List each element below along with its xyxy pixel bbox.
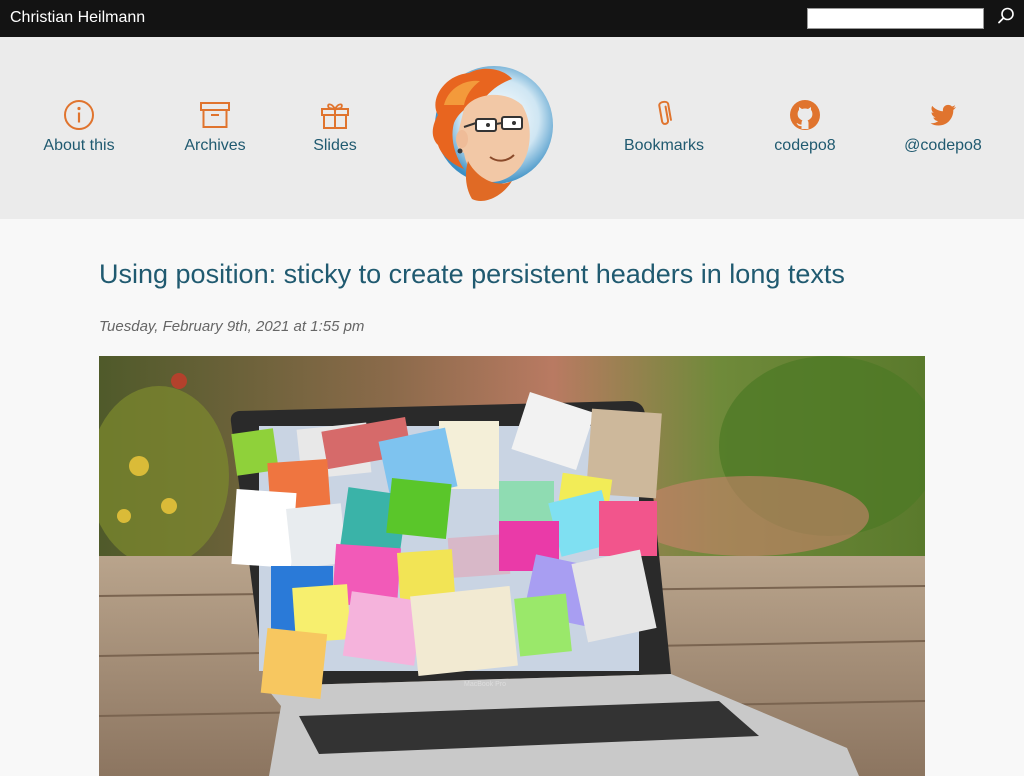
site-header: About this Archives Slides Bookmarks cod…: [0, 37, 1024, 219]
nav-github-label: codepo8: [774, 137, 836, 154]
home-avatar-link[interactable]: [424, 65, 556, 215]
nav-bookmarks[interactable]: Bookmarks: [622, 99, 706, 155]
gift-icon: [321, 103, 349, 129]
nav-github[interactable]: codepo8: [772, 99, 838, 155]
site-title-link[interactable]: Christian Heilmann: [10, 9, 145, 27]
avatar-illustration: [432, 66, 553, 201]
twitter-icon: [930, 104, 956, 126]
archive-box-icon: [200, 102, 230, 128]
nav-twitter-label: @codepo8: [904, 137, 982, 154]
post-date: Tuesday, February 9th, 2021 at 1:55 pm: [99, 318, 365, 335]
github-icon: [790, 100, 820, 130]
nav-about[interactable]: About this: [41, 99, 117, 155]
search-icon: [998, 7, 1014, 23]
nav-archives[interactable]: Archives: [184, 99, 246, 155]
laptop-brand-text: MacBook Pro: [464, 681, 506, 688]
nav-twitter[interactable]: @codepo8: [903, 99, 983, 155]
paperclip-icon: [658, 100, 672, 125]
hero-image: MacBook Pro: [99, 356, 925, 776]
main-content: Using position: sticky to create persist…: [0, 219, 1024, 776]
info-icon: [64, 100, 94, 130]
top-bar: Christian Heilmann: [0, 0, 1024, 37]
nav-archives-label: Archives: [184, 137, 246, 154]
nav-bookmarks-label: Bookmarks: [623, 137, 705, 154]
search-button[interactable]: [995, 6, 1017, 28]
laptop-sticky-notes-photo: MacBook Pro: [99, 356, 925, 776]
nav-slides[interactable]: Slides: [313, 99, 357, 155]
search-input[interactable]: [807, 8, 984, 29]
nav-slides-label: Slides: [313, 137, 357, 154]
nav-about-label: About this: [43, 137, 115, 154]
post-title-link[interactable]: Using position: sticky to create persist…: [99, 257, 929, 291]
